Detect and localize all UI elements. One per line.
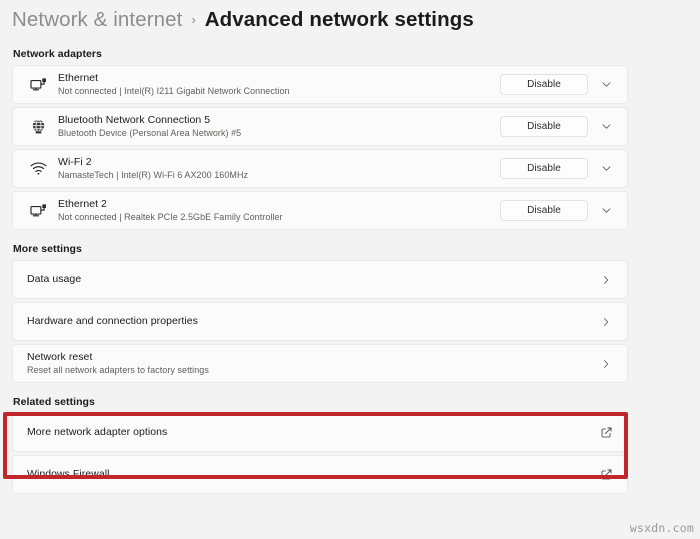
setting-text-block: More network adapter options: [27, 426, 598, 439]
external-link-icon[interactable]: [598, 467, 614, 483]
disable-button[interactable]: Disable: [500, 74, 588, 95]
network-adapter-row[interactable]: Bluetooth Network Connection 5 Bluetooth …: [12, 107, 628, 146]
network-adapter-row[interactable]: Ethernet 2 Not connected | Realtek PCIe 2…: [12, 191, 628, 230]
setting-title: Data usage: [27, 273, 82, 285]
more-settings-list: Data usage Hardware and connection proper…: [12, 260, 628, 383]
network-adapters-section-label: Network adapters: [13, 48, 102, 60]
ethernet-icon: [27, 75, 49, 94]
ethernet-icon: [27, 201, 49, 220]
adapter-name: Wi-Fi 2: [58, 156, 92, 168]
setting-title: Network reset: [27, 351, 93, 363]
network-adapter-row[interactable]: Ethernet Not connected | Intel(R) I211 Gi…: [12, 65, 628, 104]
more-settings-section-label: More settings: [13, 243, 82, 255]
chevron-down-icon[interactable]: [598, 77, 614, 93]
setting-text-block: Data usage: [27, 273, 598, 286]
breadcrumb-parent-link[interactable]: Network & internet: [12, 8, 182, 32]
adapter-text-block: Ethernet Not connected | Intel(R) I211 Gi…: [58, 72, 500, 97]
setting-text-block: Hardware and connection properties: [27, 315, 598, 328]
related-settings-section-label: Related settings: [13, 396, 95, 408]
related-settings-row[interactable]: Windows Firewall: [12, 455, 628, 494]
chevron-right-icon: ›: [191, 12, 196, 27]
disable-button[interactable]: Disable: [500, 158, 588, 179]
external-link-icon[interactable]: [598, 425, 614, 441]
disable-button[interactable]: Disable: [500, 116, 588, 137]
adapter-status: Bluetooth Device (Personal Area Network)…: [58, 128, 242, 138]
adapter-text-block: Bluetooth Network Connection 5 Bluetooth …: [58, 114, 500, 139]
disable-button[interactable]: Disable: [500, 200, 588, 221]
more-settings-row[interactable]: Data usage: [12, 260, 628, 299]
setting-description: Reset all network adapters to factory se…: [27, 365, 209, 375]
adapter-name: Bluetooth Network Connection 5: [58, 114, 211, 126]
adapter-status: Not connected | Realtek PCIe 2.5GbE Fami…: [58, 212, 283, 222]
chevron-down-icon[interactable]: [598, 161, 614, 177]
setting-title: Hardware and connection properties: [27, 315, 198, 327]
related-settings-row[interactable]: More network adapter options: [12, 413, 628, 452]
setting-title: More network adapter options: [27, 426, 168, 438]
watermark: wsxdn.com: [629, 521, 694, 535]
chevron-right-icon[interactable]: [598, 356, 614, 372]
adapter-status: NamasteTech | Intel(R) Wi-Fi 6 AX200 160…: [58, 170, 249, 180]
adapter-status: Not connected | Intel(R) I211 Gigabit Ne…: [58, 86, 290, 96]
adapter-name: Ethernet: [58, 72, 99, 84]
setting-title: Windows Firewall: [27, 468, 110, 480]
adapter-actions: Disable: [500, 116, 614, 137]
adapter-actions: Disable: [500, 158, 614, 179]
setting-text-block: Windows Firewall: [27, 468, 598, 481]
network-adapter-row[interactable]: Wi-Fi 2 NamasteTech | Intel(R) Wi-Fi 6 AX…: [12, 149, 628, 188]
more-settings-row[interactable]: Network reset Reset all network adapters …: [12, 344, 628, 383]
wifi-icon: [27, 159, 49, 178]
related-settings-list: More network adapter options Windows Fire…: [12, 413, 628, 494]
bluetooth-network-icon: [27, 117, 49, 136]
chevron-down-icon[interactable]: [598, 119, 614, 135]
more-settings-row[interactable]: Hardware and connection properties: [12, 302, 628, 341]
adapter-text-block: Wi-Fi 2 NamasteTech | Intel(R) Wi-Fi 6 AX…: [58, 156, 500, 181]
chevron-right-icon[interactable]: [598, 314, 614, 330]
page-title: Advanced network settings: [204, 8, 474, 31]
adapter-text-block: Ethernet 2 Not connected | Realtek PCIe 2…: [58, 198, 500, 223]
network-adapter-list: Ethernet Not connected | Intel(R) I211 Gi…: [12, 65, 628, 230]
chevron-down-icon[interactable]: [598, 203, 614, 219]
adapter-actions: Disable: [500, 200, 614, 221]
chevron-right-icon[interactable]: [598, 272, 614, 288]
setting-text-block: Network reset Reset all network adapters …: [27, 351, 598, 376]
adapter-name: Ethernet 2: [58, 198, 107, 210]
breadcrumb: Network & internet › Advanced network se…: [0, 0, 700, 40]
adapter-actions: Disable: [500, 74, 614, 95]
